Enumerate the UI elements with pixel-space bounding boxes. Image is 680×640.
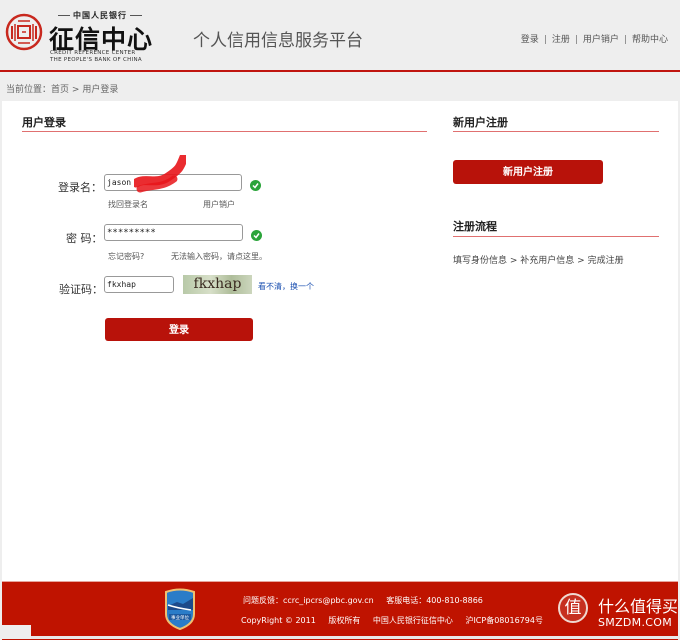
login-button[interactable]: 登录 bbox=[105, 318, 253, 341]
nav-separator: | bbox=[574, 35, 578, 45]
forgot-password-link[interactable]: 忘记密码? bbox=[108, 251, 144, 262]
smzdm-watermark: 值 什么值得买 SMZDM.COM bbox=[558, 593, 680, 633]
feedback-info: 问题反馈：ccrc_ipcrs@pbc.gov.cn bbox=[243, 596, 374, 605]
smzdm-logo-icon: 值 bbox=[558, 593, 588, 623]
feedback-email-link[interactable]: ccrc_ipcrs@pbc.gov.cn bbox=[283, 596, 374, 605]
service-info: 客服电话：400-810-8866 bbox=[386, 596, 483, 605]
breadcrumb-current: 用户登录 bbox=[82, 85, 119, 95]
login-section-divider bbox=[22, 131, 427, 132]
flow-step-3: 完成注册 bbox=[587, 256, 624, 266]
top-nav: 登录 | 注册 | 用户销户 | 帮助中心 bbox=[521, 32, 668, 45]
flow-step-1: 填写身份信息 bbox=[453, 256, 508, 266]
rights-text: 版权所有 bbox=[328, 616, 361, 625]
recover-username-link[interactable]: 找回登录名 bbox=[108, 199, 148, 210]
smzdm-cn-text: 什么值得买 bbox=[598, 597, 679, 616]
captcha-refresh-link[interactable]: 看不清，换一个 bbox=[258, 281, 314, 292]
flow-step-2: 补充用户信息 bbox=[520, 256, 575, 266]
breadcrumb-separator: > bbox=[71, 85, 80, 95]
username-valid-check-icon bbox=[250, 180, 261, 191]
captcha-image[interactable]: fkxhap bbox=[183, 275, 252, 294]
logo-english-line-2: THE PEOPLE'S BANK OF CHINA bbox=[50, 57, 142, 63]
header: 中国人民银行 征信中心 CREDIT REFERENCE CENTER THE … bbox=[0, 0, 680, 70]
icp-link[interactable]: 沪ICP备08016794号 bbox=[465, 616, 543, 625]
password-input[interactable] bbox=[104, 224, 243, 241]
flow-separator: > bbox=[574, 256, 588, 266]
badge-label: 事业单位 bbox=[171, 614, 189, 621]
platform-title: 个人信用信息服务平台 bbox=[193, 31, 363, 51]
new-user-register-button[interactable]: 新用户注册 bbox=[453, 160, 603, 184]
nav-login-link[interactable]: 登录 bbox=[521, 35, 539, 45]
feedback-label: 问题反馈： bbox=[243, 596, 283, 605]
cancel-account-link[interactable]: 用户销户 bbox=[203, 199, 235, 210]
header-divider bbox=[0, 70, 680, 72]
password-label: 密 码： bbox=[66, 232, 103, 245]
register-flow-divider bbox=[453, 236, 659, 237]
captcha-label: 验证码： bbox=[59, 283, 103, 296]
flow-separator: > bbox=[507, 256, 521, 266]
nav-cancel-account-link[interactable]: 用户销户 bbox=[583, 35, 619, 45]
nav-help-link[interactable]: 帮助中心 bbox=[632, 35, 668, 45]
nav-separator: | bbox=[543, 35, 547, 45]
register-section-divider bbox=[453, 131, 659, 132]
username-label: 登录名： bbox=[58, 181, 102, 194]
cannot-input-password-link[interactable]: 无法输入密码，请点这里。 bbox=[171, 251, 267, 262]
register-flow-steps: 填写身份信息 > 补充用户信息 > 完成注册 bbox=[453, 253, 624, 266]
breadcrumb-prefix: 当前位置： bbox=[6, 85, 52, 95]
logo-english-line-1: CREDIT REFERENCE CENTER bbox=[50, 50, 136, 56]
public-institution-badge-icon[interactable]: 事业单位 bbox=[163, 588, 197, 630]
credit-center-logo[interactable]: 中国人民银行 征信中心 CREDIT REFERENCE CENTER THE … bbox=[4, 8, 154, 64]
smzdm-en-text: SMZDM.COM bbox=[598, 616, 672, 629]
breadcrumb-home-link[interactable]: 首页 bbox=[51, 85, 69, 95]
credit-center-emblem-icon bbox=[5, 13, 43, 51]
nav-register-link[interactable]: 注册 bbox=[552, 35, 570, 45]
footer-copyright-line: CopyRight © 2011 版权所有 中国人民银行征信中心 沪ICP备08… bbox=[241, 615, 543, 626]
footer-corner bbox=[0, 625, 31, 639]
service-phone: 400-810-8866 bbox=[426, 596, 483, 605]
redaction-scribble bbox=[134, 155, 186, 193]
nav-separator: | bbox=[623, 35, 627, 45]
login-section-title: 用户登录 bbox=[22, 116, 66, 129]
register-section-title: 新用户注册 bbox=[453, 116, 508, 129]
copyright-text: CopyRight © 2011 bbox=[241, 616, 316, 625]
service-label: 客服电话： bbox=[386, 596, 427, 605]
password-valid-check-icon bbox=[251, 230, 262, 241]
org-text: 中国人民银行征信中心 bbox=[372, 616, 453, 625]
footer-contact-line: 问题反馈：ccrc_ipcrs@pbc.gov.cn 客服电话：400-810-… bbox=[243, 595, 493, 606]
captcha-input[interactable] bbox=[104, 276, 174, 293]
breadcrumb: 当前位置：首页 > 用户登录 bbox=[6, 82, 118, 95]
register-flow-title: 注册流程 bbox=[453, 220, 497, 233]
